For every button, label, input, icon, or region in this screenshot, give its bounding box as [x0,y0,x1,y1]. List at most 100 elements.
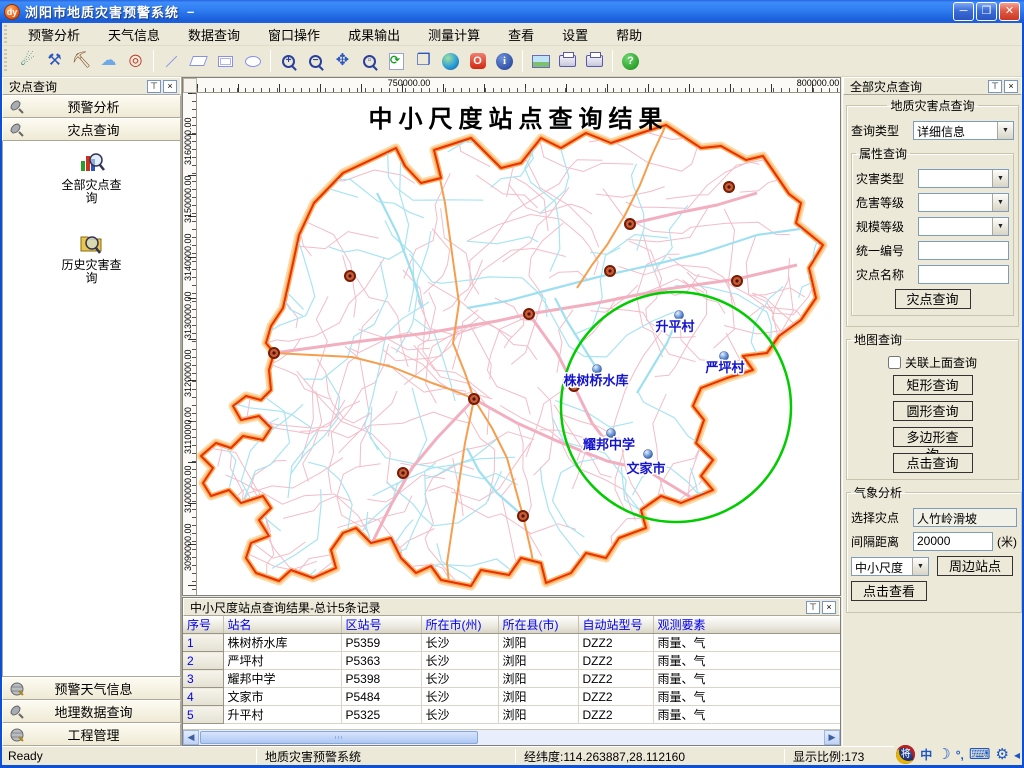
column-header[interactable]: 所在市(州) [421,616,498,634]
draw-line-icon[interactable] [160,50,183,73]
scale-select[interactable]: 中小尺度 ▼ [851,557,929,576]
chevron-down-icon[interactable]: ▼ [912,558,928,575]
table-row[interactable]: 5升平村P5325长沙浏阳DZZ2雨量、气 [183,706,840,724]
menu-item[interactable]: 帮助 [602,23,656,46]
link-above-query-checkbox[interactable] [888,356,901,369]
pin-icon[interactable]: ⊤ [806,601,820,614]
scroll-left-arrow-icon[interactable]: ◀ [183,730,199,745]
menu-item[interactable]: 预警分析 [14,23,94,46]
draw-ellipse-icon[interactable] [241,50,264,73]
column-header[interactable]: 所在县(市) [498,616,578,634]
menu-item[interactable]: 查看 [494,23,548,46]
disaster-point-marker[interactable] [469,394,479,404]
menu-item[interactable]: 天气信息 [94,23,174,46]
query-type-select[interactable]: 详细信息 ▼ [913,121,1014,140]
punctuation-mode-icon[interactable]: °, [956,749,964,761]
target-locate-icon[interactable]: ◎ [124,50,147,73]
menu-item[interactable]: 成果输出 [334,23,414,46]
map-query-button[interactable]: 矩形查询 [893,375,973,395]
menu-gripper[interactable] [3,25,11,43]
zoom-out-icon[interactable]: − [304,50,327,73]
disaster-query-button[interactable]: 灾点查询 [895,289,971,309]
disaster-point-marker[interactable] [625,219,635,229]
horizontal-scrollbar[interactable]: ◀ ▶ [183,729,840,745]
column-header[interactable]: 序号 [183,616,223,634]
close-icon[interactable]: × [822,601,836,614]
column-header[interactable]: 区站号 [341,616,421,634]
zoom-in-icon[interactable]: + [277,50,300,73]
survey-pick-icon[interactable]: ⛏ [70,50,93,73]
chinese-mode-icon[interactable]: 中 [920,749,932,761]
title-bar[interactable]: dy 浏阳市地质灾害预警系统 – ─ ❐ ✕ [0,0,1024,23]
copy-layers-icon[interactable]: ❐ [412,50,435,73]
distance-input[interactable]: 20000 [913,532,993,551]
column-header[interactable]: 自动站型号 [578,616,653,634]
tray-collapse-arrow-icon[interactable]: ◂ [1014,749,1020,761]
water-hazard-icon[interactable]: ⚒ [43,50,66,73]
weather-cloud-icon[interactable]: ☁ [97,50,120,73]
menu-item[interactable]: 设置 [548,23,602,46]
map-query-button[interactable]: 多边形查询 [893,427,973,447]
disaster-point-marker[interactable] [524,309,534,319]
disaster-point-marker[interactable] [345,271,355,281]
disaster-point-marker[interactable] [724,182,734,192]
table-row[interactable]: 1株树桥水库P5359长沙浏阳DZZ2雨量、气 [183,634,840,652]
restore-button[interactable]: ❐ [976,2,997,21]
sogou-ime-icon[interactable]: 将 [896,745,915,764]
info-icon[interactable]: i [493,50,516,73]
scrollbar-thumb[interactable] [200,731,478,744]
table-row[interactable]: 2严坪村P5363长沙浏阳DZZ2雨量、气 [183,652,840,670]
table-row[interactable]: 3耀邦中学P5398长沙浏阳DZZ2雨量、气 [183,670,840,688]
chevron-down-icon[interactable]: ▼ [992,194,1008,211]
minimize-button[interactable]: ─ [953,2,974,21]
map-canvas[interactable]: 中小尺度站点查询结果 升平村严坪村株树桥水库耀邦中学文家市 [197,93,840,595]
satellite-dish-icon[interactable]: ☄ [16,50,39,73]
text-input[interactable] [918,265,1009,284]
disaster-point-marker[interactable] [269,348,279,358]
attribute-select[interactable]: ▼ [918,193,1009,212]
soft-keyboard-icon[interactable]: ⌨ [969,747,991,762]
ime-settings-gear-icon[interactable]: ⚙ [996,747,1009,762]
menu-item[interactable]: 测量计算 [414,23,494,46]
attribute-select[interactable]: ▼ [918,217,1009,236]
close-icon[interactable]: × [1004,80,1018,93]
selected-site-field[interactable]: 人竹岭滑坡 [913,508,1017,527]
sidebar-section-geo-data-query[interactable]: 地理数据查询 [2,700,181,723]
close-button[interactable]: ✕ [999,2,1020,21]
nearby-stations-button[interactable]: 周边站点 [937,556,1013,576]
disaster-point-marker[interactable] [732,276,742,286]
table-row[interactable]: 4文家市P5484长沙浏阳DZZ2雨量、气 [183,688,840,706]
chevron-down-icon[interactable]: ▼ [992,218,1008,235]
column-header[interactable]: 站名 [223,616,341,634]
scrollbar-track[interactable] [199,730,824,745]
sidebar-section-warning-analysis[interactable]: 预警分析 [2,95,181,118]
disaster-point-marker[interactable] [605,266,615,276]
text-input[interactable] [918,241,1009,260]
pan-hand-icon[interactable]: ✥ [331,50,354,73]
draw-polygon-icon[interactable] [187,50,210,73]
help-icon[interactable]: ? [619,50,642,73]
menu-item[interactable]: 数据查询 [174,23,254,46]
click-view-button[interactable]: 点击查看 [851,581,927,601]
menu-item[interactable]: 窗口操作 [254,23,334,46]
map-query-button[interactable]: 圆形查询 [893,401,973,421]
sidebar-section-project-management[interactable]: 工程管理 [2,723,181,746]
sidebar-section-warning-weather[interactable]: 预警天气信息 [2,677,181,700]
disaster-point-marker[interactable] [518,511,528,521]
close-icon[interactable]: × [163,80,177,93]
refresh-view-icon[interactable]: ⟳ [385,50,408,73]
stop-icon[interactable]: O [466,50,489,73]
print-preview-icon[interactable] [583,50,606,73]
halfwidth-moon-icon[interactable]: ☽ [937,747,950,762]
pin-icon[interactable]: ⊤ [147,80,161,93]
sidebar-section-disaster-query[interactable]: 灾点查询 [2,118,181,141]
print-icon[interactable] [556,50,579,73]
sidebar-item-all-disaster-query[interactable]: 全部灾点查询 [58,151,126,205]
zoom-select-icon[interactable]: ▫ [358,50,381,73]
map-drawing[interactable]: 升平村严坪村株树桥水库耀邦中学文家市 [197,93,840,595]
chevron-down-icon[interactable]: ▼ [992,170,1008,187]
toolbar-gripper[interactable] [3,49,11,73]
chevron-down-icon[interactable]: ▼ [997,122,1013,139]
disaster-point-marker[interactable] [398,468,408,478]
scroll-right-arrow-icon[interactable]: ▶ [824,730,840,745]
